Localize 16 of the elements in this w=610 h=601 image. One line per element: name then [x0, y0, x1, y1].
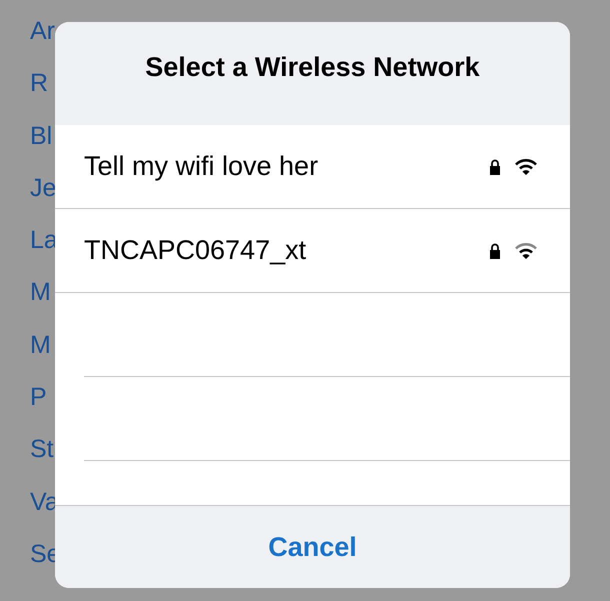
list-item: Je [30, 172, 56, 203]
list-item: R [30, 68, 48, 98]
dialog-title: Select a Wireless Network [145, 52, 480, 82]
wifi-icon [514, 158, 538, 176]
list-item: P [30, 382, 47, 412]
list-item: M [30, 330, 51, 360]
wifi-icon [514, 242, 538, 260]
network-name: TNCAPC06747_xt [84, 235, 308, 266]
list-item: M [30, 277, 51, 308]
network-row[interactable]: Tell my wifi love her [55, 125, 570, 209]
network-name: Tell my wifi love her [84, 151, 320, 182]
list-item: Bl [30, 120, 52, 151]
network-row[interactable]: TNCAPC06747_xt [55, 209, 570, 293]
cancel-button[interactable]: Cancel [260, 528, 365, 566]
list-item: St [30, 434, 54, 464]
list-item: Ar [30, 16, 55, 46]
